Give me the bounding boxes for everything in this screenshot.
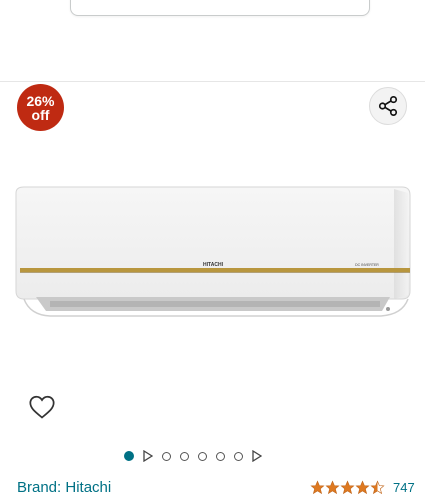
discount-percent: 26% xyxy=(26,92,55,109)
divider xyxy=(0,81,425,82)
star-icon xyxy=(355,480,370,495)
rating-count[interactable]: 747 xyxy=(393,480,415,495)
search-bar[interactable] xyxy=(70,0,370,16)
star-rating xyxy=(310,480,385,495)
share-icon xyxy=(378,96,398,116)
carousel-dot-2[interactable] xyxy=(162,451,171,461)
star-icon xyxy=(310,480,325,495)
carousel-dot-3[interactable] xyxy=(180,451,189,461)
star-icon xyxy=(340,480,355,495)
carousel-dot-5[interactable] xyxy=(216,451,225,461)
product-image[interactable]: HITACHI DC INVERTER xyxy=(10,185,415,320)
carousel-dot-4[interactable] xyxy=(198,451,207,461)
carousel-video-2[interactable] xyxy=(252,450,262,462)
brand-link[interactable]: Brand: Hitachi xyxy=(17,479,111,496)
star-icon xyxy=(370,480,385,495)
discount-badge: 26% off xyxy=(17,84,64,131)
brand-logo: HITACHI xyxy=(203,262,224,268)
discount-off-label: off xyxy=(31,106,50,123)
share-button[interactable] xyxy=(369,87,407,125)
heart-icon xyxy=(29,395,55,419)
carousel-dot-6[interactable] xyxy=(234,451,243,461)
inverter-tag: DC INVERTER xyxy=(355,263,379,267)
carousel-video-1[interactable] xyxy=(143,450,153,462)
star-icon xyxy=(325,480,340,495)
image-carousel-indicator xyxy=(124,449,262,463)
play-icon xyxy=(252,450,262,462)
wishlist-button[interactable] xyxy=(27,393,57,421)
rating-summary[interactable]: 747 xyxy=(310,480,415,495)
carousel-dot-1[interactable] xyxy=(124,451,134,461)
play-icon xyxy=(143,450,153,462)
